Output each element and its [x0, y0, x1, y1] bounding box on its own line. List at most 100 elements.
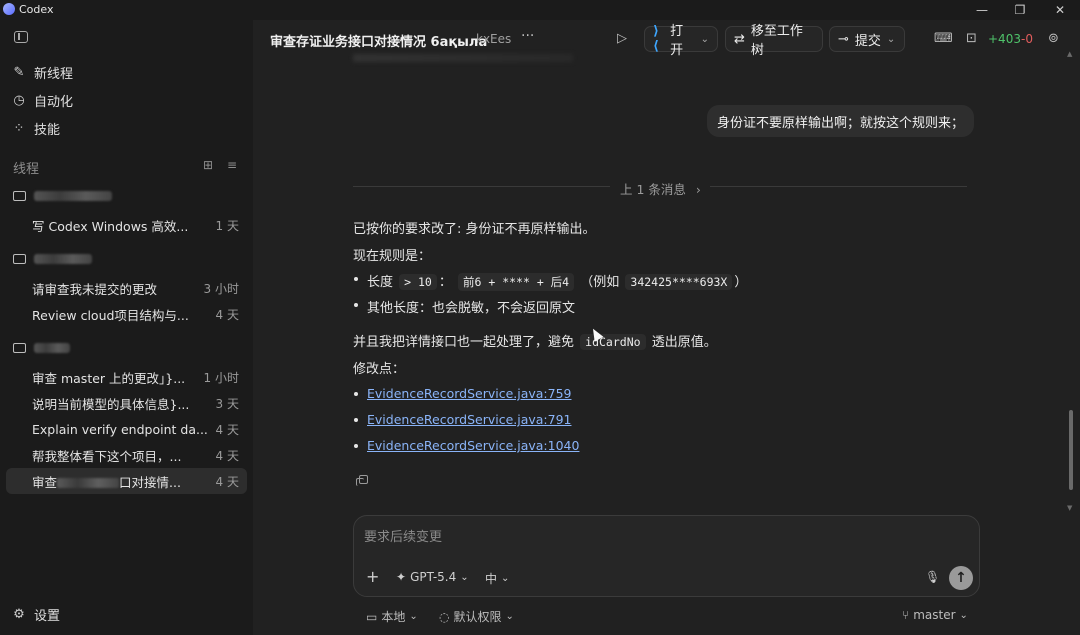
thread-item[interactable]: 帮我整体看下这个项目，... 4 天	[6, 442, 247, 468]
nav-skills-label: 技能	[34, 122, 61, 138]
bullet-dot	[354, 277, 358, 281]
sidebar: ✎ 新线程 ◷ 自动化 ⁘ 技能 线程 ⊞ ≡ 写 Codex Windows …	[0, 20, 253, 635]
nav-automation[interactable]: ◷ 自动化	[12, 88, 73, 112]
redacted-project-name	[34, 191, 112, 201]
thread-title: Review cloud项目结构与...	[32, 307, 189, 323]
project-folder[interactable]	[13, 249, 92, 269]
worktree-label: 移至工作树	[750, 24, 803, 58]
thread-title: Explain verify endpoint da...	[32, 421, 208, 437]
chevron-down-icon: ⌄	[409, 611, 418, 622]
codex-app: Codex — ❐ ✕ ✎ 新线程 ◷ 自动化 ⁘ 技能 线程 ⊞ ≡ 写 Co…	[0, 0, 1080, 635]
model-label: GPT-5.4	[410, 570, 457, 584]
scroll-down-arrow-icon[interactable]: ▼	[1067, 504, 1072, 512]
thread-title-suffix: 口对接情...	[119, 474, 181, 490]
shield-icon: ◌	[439, 609, 450, 624]
chevron-down-icon: ⌄	[501, 573, 510, 584]
settings-label: 设置	[34, 609, 61, 624]
microphone-icon[interactable]: 🎙	[925, 570, 940, 584]
terminal-icon[interactable]: ⌨	[934, 31, 953, 46]
thread-subtitle: kxEes	[476, 32, 512, 46]
previous-messages-toggle[interactable]: 上 1 条消息 ›	[620, 179, 701, 198]
arrow-up-icon: ↑	[955, 570, 967, 586]
branch-icon: ⑂	[902, 608, 910, 622]
diff-added-count: +403	[988, 32, 1021, 46]
diff-removed-count: -0	[1021, 32, 1033, 46]
bullet-dot	[354, 392, 358, 396]
reply-line: 并且我把详情接口也一起处理了，避免 idCardNo 透出原值。	[353, 331, 717, 350]
bullet-item: 其他长度：也会脱敏，不会返回原文	[367, 301, 576, 316]
model-selector[interactable]: ✦ GPT-5.4 ⌄	[396, 570, 469, 584]
bullet-dot	[354, 418, 358, 422]
reply-line: 现在规则是：	[353, 249, 432, 264]
filter-icon[interactable]: ≡	[227, 158, 237, 172]
restore-button[interactable]: ❐	[1000, 0, 1040, 20]
composer-input[interactable]	[364, 526, 924, 548]
thread-item-active[interactable]: 审查 口对接情... 4 天	[6, 468, 247, 494]
nav-new-thread[interactable]: ✎ 新线程	[12, 60, 73, 84]
review-icon[interactable]: ⊚	[1048, 31, 1059, 46]
divider-line-left	[353, 186, 610, 187]
nav-new-thread-label: 新线程	[34, 66, 74, 82]
thread-time: 3 小时	[203, 281, 239, 296]
diff-panel-icon[interactable]: ⊡	[966, 31, 977, 46]
thread-title: 审查 master 上的更改」}...	[32, 370, 186, 386]
thread-title: 帮我整体看下这个项目，...	[32, 448, 182, 464]
add-attachment-icon[interactable]: +	[366, 567, 379, 586]
redacted-project-name	[34, 343, 70, 353]
send-button[interactable]: ↑	[949, 566, 973, 590]
more-options-button[interactable]: ···	[521, 28, 534, 44]
codex-logo-icon	[3, 3, 15, 15]
reply-text: 并且我把详情接口也一起处理了，避免	[353, 335, 575, 350]
thread-title-prefix: 审查	[32, 474, 58, 490]
new-folder-icon[interactable]: ⊞	[203, 158, 213, 172]
scroll-up-arrow-icon[interactable]: ▲	[1067, 50, 1072, 58]
folder-icon	[13, 343, 26, 353]
project-folder[interactable]	[13, 338, 70, 358]
thread-item[interactable]: 说明当前模型的具体信息}... 3 天	[6, 390, 247, 416]
thread-item[interactable]: Explain verify endpoint da... 4 天	[6, 416, 247, 442]
scrollbar-thumb[interactable]	[1069, 410, 1073, 490]
skills-icon: ⁘	[13, 120, 25, 136]
permissions-selector[interactable]: ◌ 默认权限 ⌄	[439, 608, 514, 625]
thread-item[interactable]: 请审查我未提交的更改 3 小时	[6, 275, 247, 301]
model-icon: ✦	[396, 570, 407, 584]
open-label: 打开	[670, 24, 684, 58]
redacted-project-name	[34, 254, 92, 264]
commit-button[interactable]: ⊸ 提交 ⌄	[829, 26, 905, 52]
thread-item[interactable]: 写 Codex Windows 高效... 1 天	[6, 212, 247, 238]
thread-item[interactable]: 审查 master 上的更改」}... 1 小时	[6, 364, 247, 390]
commit-label: 提交	[854, 33, 881, 49]
file-link[interactable]: EvidenceRecordService.java:1040	[367, 438, 579, 453]
thread-time: 4 天	[215, 448, 239, 463]
bullet-dot	[354, 303, 358, 307]
chevron-right-icon: ›	[695, 182, 701, 197]
thread-title: 审查 口对接情...	[32, 472, 216, 491]
divider-line-right	[710, 186, 967, 187]
thread-title: 写 Codex Windows 高效...	[32, 218, 189, 234]
thread-time: 1 天	[215, 218, 239, 233]
clock-icon: ◷	[13, 92, 25, 108]
minimize-button[interactable]: —	[962, 0, 1002, 20]
sidebar-toggle-icon[interactable]	[14, 31, 28, 43]
reply-line: 已按你的要求改了: 身份证不再原样输出。	[353, 222, 596, 237]
nav-skills[interactable]: ⁘ 技能	[12, 116, 60, 140]
file-link[interactable]: EvidenceRecordService.java:791	[367, 412, 572, 427]
main-panel: 审查存证业务接口对接情况 6ақыла kxEes ··· ▷ ⟩⟨ 打开 ⌄ …	[253, 20, 1080, 635]
open-in-editor-button[interactable]: ⟩⟨ 打开 ⌄	[644, 24, 718, 58]
vscode-icon: ⟩⟨	[653, 24, 659, 54]
thread-item[interactable]: Review cloud项目结构与... 4 天	[6, 301, 247, 327]
move-to-worktree-button[interactable]: ⇄ 移至工作树	[725, 24, 823, 58]
chevron-down-icon: ⌄	[460, 571, 469, 583]
effort-label: 中	[485, 572, 498, 586]
environment-selector[interactable]: ▭ 本地 ⌄	[366, 608, 418, 625]
play-icon[interactable]: ▷	[617, 31, 627, 46]
settings-button[interactable]: ⚙ 设置	[12, 605, 60, 624]
close-button[interactable]: ✕	[1040, 0, 1080, 20]
effort-selector[interactable]: 中 ⌄	[485, 570, 509, 587]
branch-selector[interactable]: ⑂ master ⌄	[902, 608, 968, 622]
project-folder[interactable]	[13, 186, 112, 206]
copy-icon[interactable]	[356, 475, 368, 486]
worktree-icon: ⇄	[734, 31, 745, 47]
reply-line: 修改点：	[353, 362, 406, 377]
file-link[interactable]: EvidenceRecordService.java:759	[367, 386, 572, 401]
